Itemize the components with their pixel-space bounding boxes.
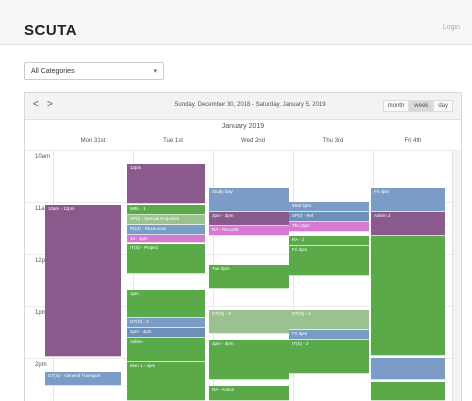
calendar-event[interactable]: RA - Action <box>209 386 289 401</box>
time-grid: 10am 11am 12pm 1pm 2pm 10am - 12pm GT(S)… <box>25 150 461 401</box>
view-week-button[interactable]: week <box>409 100 434 112</box>
calendar-event[interactable]: RA - 2 <box>289 236 369 246</box>
prev-button[interactable]: < <box>33 99 39 110</box>
time-label: 10am <box>35 154 51 160</box>
calendar-event[interactable]: GT(S) - 2 <box>127 318 205 328</box>
calendar-event[interactable]: IT(S) - 2 <box>289 340 369 374</box>
view-month-button[interactable]: month <box>382 100 410 112</box>
calendar-event[interactable]: 2pm - 3pm <box>209 212 289 226</box>
calendar-event[interactable]: Fri 2pm <box>289 246 369 276</box>
calendar-event[interactable]: 12pm <box>127 164 205 204</box>
top-bar: SCUTA Login <box>0 0 472 45</box>
calendar-event[interactable]: SP(I) - Ref <box>289 212 369 222</box>
calendar-event[interactable]: Thu 2pm <box>289 222 369 232</box>
calendar-event[interactable]: RA - Records <box>209 226 289 236</box>
calendar-event[interactable] <box>371 236 445 356</box>
calendar-event[interactable]: GT(S) - 3 <box>209 310 289 334</box>
calendar-event[interactable]: Fri 3pm <box>289 330 369 340</box>
category-select-value: All Categories <box>31 68 75 75</box>
calendar-event[interactable]: 10am - 12pm <box>45 205 121 357</box>
period-label: January 2019 <box>221 123 265 130</box>
calendar-event[interactable]: Study Day <box>209 188 289 212</box>
brand-logo[interactable]: SCUTA <box>24 22 77 39</box>
calendar-event[interactable]: GT(S) - 4 <box>289 310 369 330</box>
calendar-event[interactable]: MBL - 1 <box>127 205 205 215</box>
calendar-event[interactable]: Mon 1 - 4pm <box>127 362 205 401</box>
calendar-event[interactable]: 2pm - 4pm <box>127 328 205 338</box>
calendar-event[interactable]: GT(S) - General Transport <box>45 372 121 386</box>
chevron-down-icon: ▾ <box>153 68 157 75</box>
login-link[interactable]: Login <box>443 24 460 31</box>
next-button[interactable]: > <box>47 99 53 110</box>
view-day-button[interactable]: day <box>433 100 453 112</box>
calendar-event[interactable]: Admin 2 <box>371 212 445 236</box>
time-label: 2pm <box>35 362 47 368</box>
calendar-event[interactable]: SP(I) - Special Enquiries <box>127 215 205 225</box>
calendar-scrollbar[interactable] <box>452 150 461 401</box>
calendar-event[interactable]: Fri 4pm <box>371 188 445 212</box>
calendar-event[interactable]: 3pm - 4pm <box>209 340 289 380</box>
category-select[interactable]: All Categories ▾ <box>24 62 164 80</box>
calendar-event[interactable]: Wed 2pm <box>289 202 369 212</box>
calendar-event[interactable]: PG(I) - Resources <box>127 225 205 235</box>
calendar-event[interactable] <box>371 358 445 380</box>
calendar-event[interactable]: 1pm <box>127 290 205 318</box>
calendar-event[interactable]: Admin <box>127 338 205 362</box>
view-switcher: month week day <box>382 100 453 112</box>
calendar-event[interactable]: IT(S) - Project <box>127 244 205 274</box>
calendar: < > Sunday, December 30, 2018 - Saturday… <box>24 92 462 401</box>
calendar-toolbar: < > Sunday, December 30, 2018 - Saturday… <box>25 93 461 120</box>
calendar-range-title: Sunday, December 30, 2018 - Saturday, Ja… <box>174 102 326 108</box>
calendar-event[interactable] <box>371 382 445 401</box>
calendar-event[interactable]: Tue 2pm <box>209 265 289 289</box>
calendar-event[interactable]: 12 - 1pm <box>127 235 205 243</box>
